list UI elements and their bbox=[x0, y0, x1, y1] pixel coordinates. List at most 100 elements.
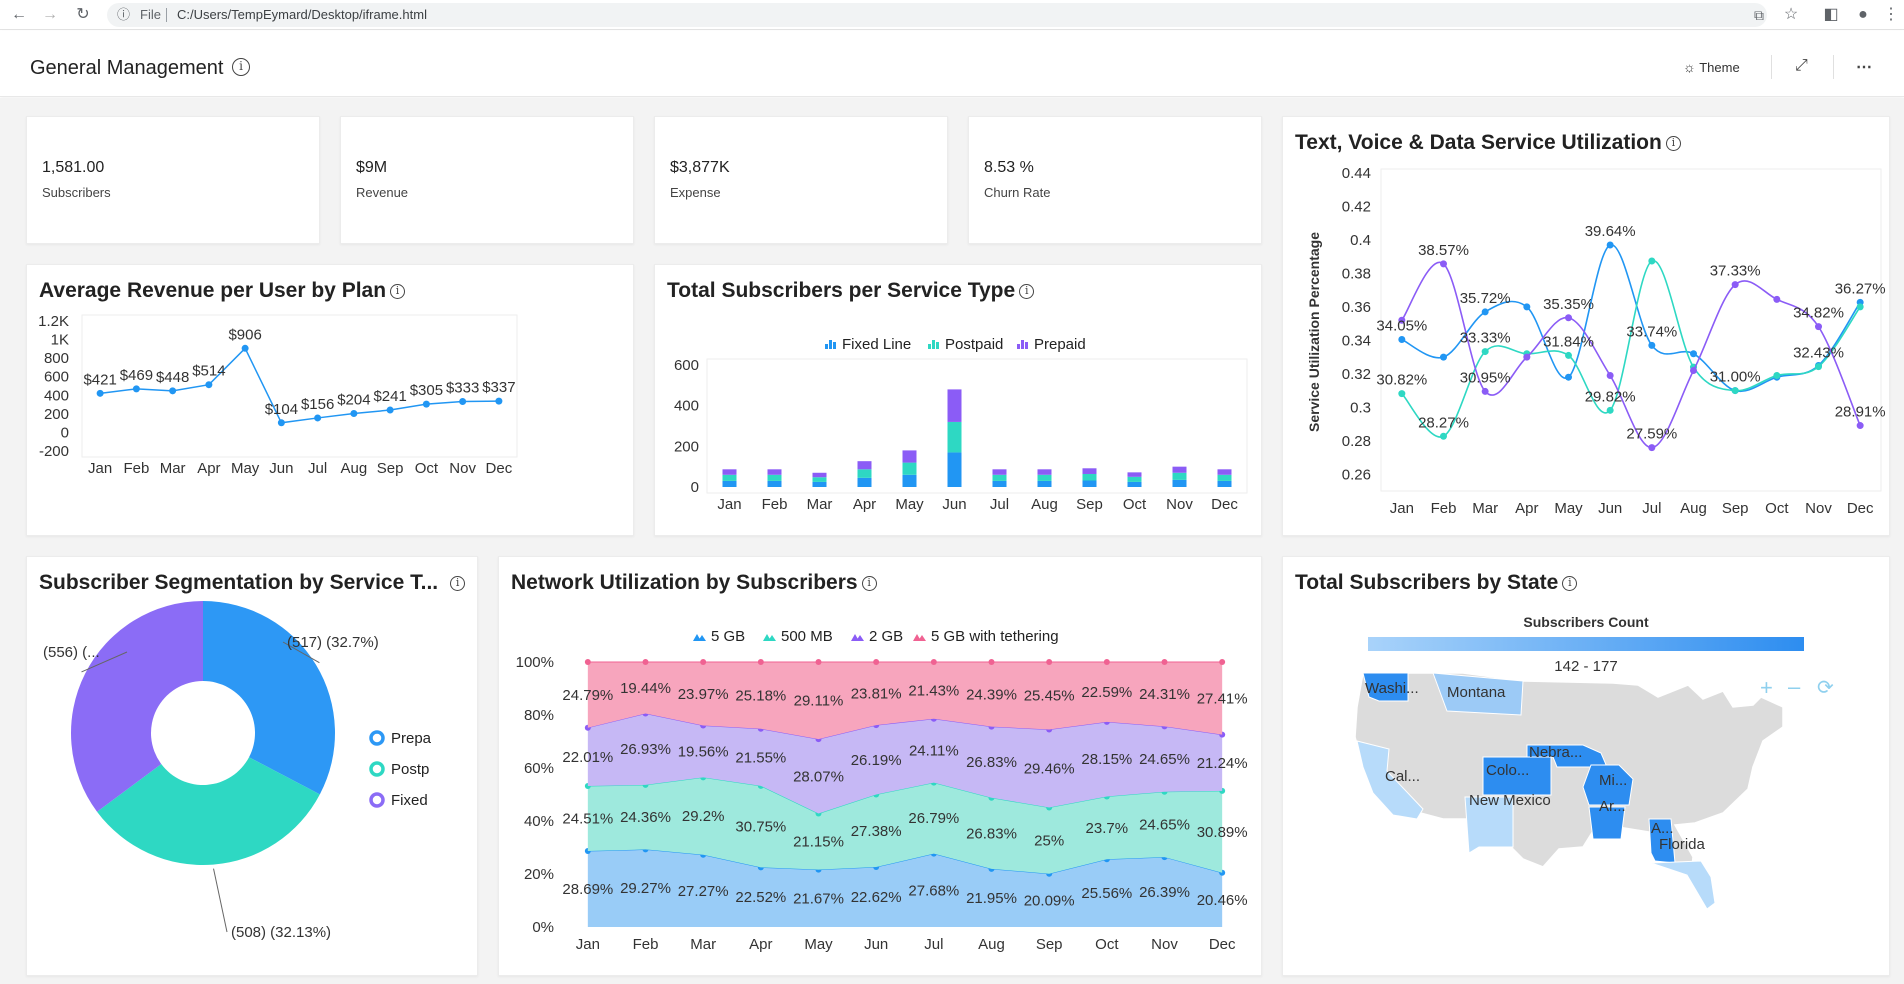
x-tick-label: Mar bbox=[690, 936, 716, 953]
data-point bbox=[1815, 363, 1822, 371]
data-label: 34.82% bbox=[1793, 305, 1844, 322]
data-label: 24.79% bbox=[562, 687, 613, 704]
page-title: General Management bbox=[30, 57, 224, 79]
data-point bbox=[1481, 308, 1489, 316]
y-tick-label: -200 bbox=[39, 443, 69, 460]
kpi-label: Expense bbox=[670, 185, 721, 200]
data-point bbox=[422, 400, 430, 408]
kpi-card-revenue: $9M Revenue bbox=[340, 116, 634, 244]
data-label: 33.33% bbox=[1460, 330, 1511, 347]
data-label: 24.51% bbox=[562, 810, 613, 827]
donut-slice bbox=[203, 601, 335, 795]
data-point bbox=[815, 659, 822, 665]
data-point bbox=[1731, 281, 1739, 289]
star-icon[interactable]: ☆ bbox=[1780, 4, 1802, 26]
menu-kebab-icon[interactable]: ⋮ bbox=[1880, 4, 1902, 26]
share-icon[interactable]: ⧉ bbox=[1748, 4, 1770, 26]
data-label: 28.15% bbox=[1081, 751, 1132, 768]
data-label: 28.69% bbox=[562, 881, 613, 898]
bar-segment bbox=[812, 477, 827, 482]
data-label: 29.11% bbox=[794, 693, 844, 710]
reload-icon[interactable]: ↻ bbox=[72, 4, 94, 26]
theme-label: Theme bbox=[1699, 60, 1740, 75]
x-tick-label: May bbox=[895, 496, 924, 513]
kpi-value: 8.53 % bbox=[984, 159, 1034, 176]
bar-segment bbox=[1127, 481, 1142, 487]
data-label: 38.57% bbox=[1418, 242, 1469, 259]
kpi-label: Revenue bbox=[356, 185, 409, 200]
info-icon[interactable]: i bbox=[232, 58, 250, 76]
x-tick-label: Aug bbox=[1031, 496, 1058, 513]
y-tick-label: 400 bbox=[674, 398, 699, 415]
y-tick-label: 0% bbox=[532, 919, 554, 936]
legend-label: Postpaid bbox=[945, 336, 1003, 353]
x-tick-label: Dec bbox=[1211, 496, 1238, 513]
url-text[interactable]: C:/Users/TempEymard/Desktop/iframe.html bbox=[177, 3, 427, 27]
data-label: 32.43% bbox=[1793, 345, 1844, 362]
data-label: 29.46% bbox=[1024, 760, 1075, 777]
bar-segment bbox=[767, 469, 782, 475]
address-bar[interactable]: ⓘ File C:/Users/TempEymard/Desktop/ifram… bbox=[107, 3, 1767, 27]
legend-label: Postp bbox=[391, 761, 429, 778]
network-chart-card: Network Utilization by Subscribers i 5 GB… bbox=[498, 556, 1262, 976]
dashboard-header: General Management i ☼ Theme ⤢ ⋯ bbox=[0, 31, 1904, 97]
data-label: 35.35% bbox=[1543, 296, 1594, 313]
data-label: 27.59% bbox=[1626, 426, 1677, 443]
more-options-icon[interactable]: ⋯ bbox=[1856, 57, 1872, 77]
forward-arrow-icon[interactable]: → bbox=[39, 4, 61, 26]
reset-zoom-icon[interactable]: ⟳ bbox=[1817, 677, 1834, 699]
side-panel-icon[interactable]: ◧ bbox=[1820, 4, 1842, 26]
data-label: 20.09% bbox=[1024, 892, 1075, 909]
zoom-in-icon[interactable]: + bbox=[1760, 675, 1773, 700]
data-point bbox=[1046, 659, 1053, 665]
sun-icon: ☼ bbox=[1683, 59, 1696, 75]
data-label: 21.95% bbox=[966, 890, 1017, 907]
x-tick-label: Jul bbox=[990, 496, 1009, 513]
data-label: 24.39% bbox=[966, 686, 1017, 703]
legend-label: 5 GB bbox=[711, 628, 745, 645]
x-tick-label: Oct bbox=[1095, 936, 1119, 953]
kpi-label: Subscribers bbox=[42, 185, 111, 200]
info-icon[interactable]: ⓘ bbox=[117, 3, 130, 27]
profile-icon[interactable]: ● bbox=[1852, 4, 1874, 26]
data-point bbox=[1690, 350, 1697, 358]
data-point bbox=[1398, 390, 1406, 398]
x-tick-label: Aug bbox=[1680, 500, 1707, 517]
network-area-chart: 5 GB 500 MB 2 GB 5 GB with tethering 100% 80%… bbox=[516, 628, 1248, 953]
data-label: 28.27% bbox=[1418, 414, 1469, 431]
data-point bbox=[1398, 336, 1406, 344]
bar-segment bbox=[1037, 474, 1052, 481]
bar-segment bbox=[1082, 473, 1097, 481]
data-label: 27.27% bbox=[678, 883, 729, 900]
data-label: $241 bbox=[373, 388, 406, 405]
theme-button[interactable]: ☼ Theme bbox=[1683, 59, 1740, 75]
bar-segment bbox=[947, 389, 962, 422]
state-label: Cal... bbox=[1385, 768, 1420, 785]
y-tick-label: 1K bbox=[51, 332, 69, 349]
data-point bbox=[277, 419, 285, 427]
state-florida[interactable] bbox=[1650, 860, 1716, 910]
x-tick-label: Jun bbox=[942, 496, 966, 513]
kpi-card-churn-rate: 8.53 % Churn Rate bbox=[968, 116, 1262, 244]
bar-segment bbox=[1037, 480, 1052, 487]
data-point bbox=[1440, 432, 1447, 440]
legend-clip bbox=[457, 717, 477, 817]
data-point bbox=[96, 389, 104, 397]
data-label: $514 bbox=[192, 363, 225, 380]
data-label: 23.81% bbox=[851, 686, 902, 703]
x-tick-label: May bbox=[804, 936, 833, 953]
bar-segment bbox=[1037, 469, 1052, 475]
back-arrow-icon[interactable]: ← bbox=[8, 4, 30, 26]
data-label: 22.01% bbox=[562, 749, 613, 766]
data-label: $156 bbox=[301, 396, 334, 413]
data-point bbox=[1481, 348, 1489, 356]
expand-icon[interactable]: ⤢ bbox=[1795, 57, 1808, 75]
data-point bbox=[757, 659, 764, 665]
data-point bbox=[1773, 295, 1781, 303]
legend-icon bbox=[369, 792, 385, 808]
data-point bbox=[873, 659, 880, 665]
x-tick-label: Dec bbox=[1209, 936, 1236, 953]
zoom-out-icon[interactable]: – bbox=[1788, 674, 1801, 699]
data-label: 36.27% bbox=[1835, 280, 1886, 297]
x-tick-label: Feb bbox=[762, 496, 788, 513]
